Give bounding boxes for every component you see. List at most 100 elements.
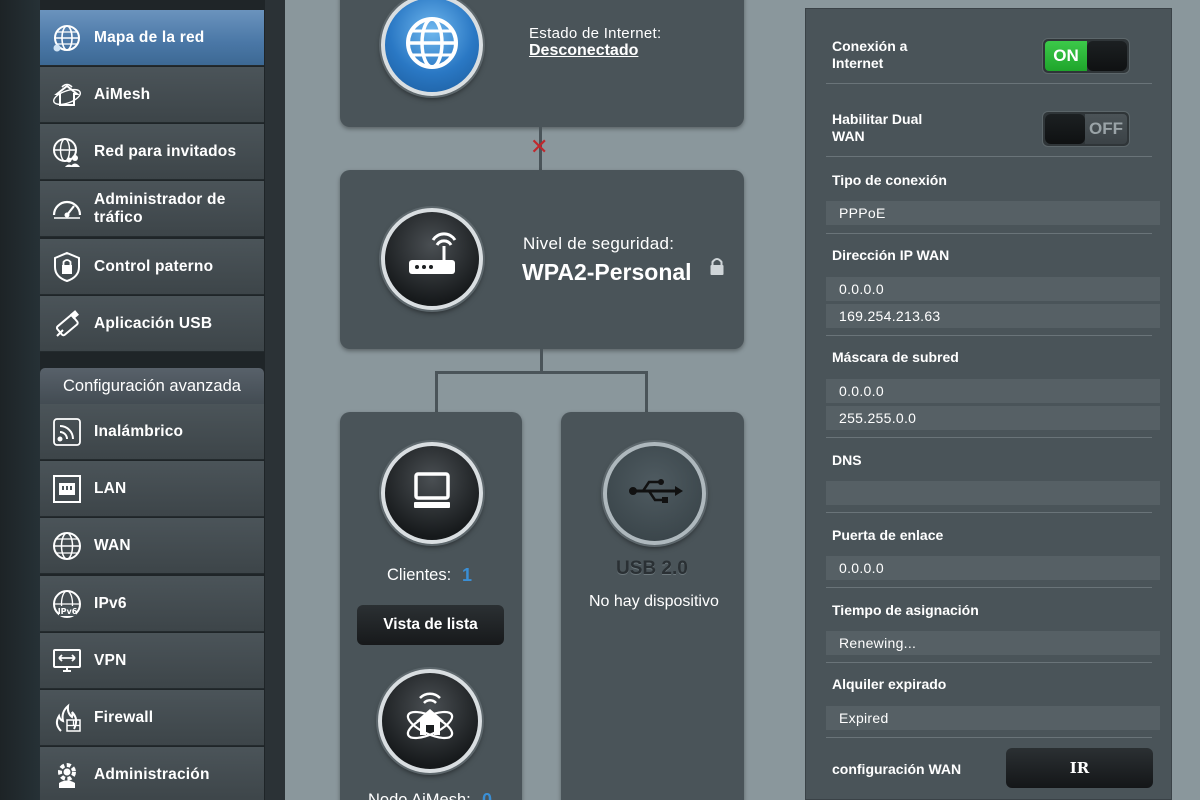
- clients-button[interactable]: [381, 442, 483, 544]
- divider: [826, 737, 1152, 738]
- sidebar-item-guest-network[interactable]: Red para invitados: [40, 124, 264, 180]
- aimesh-node-label: Nodo AiMesh:: [368, 791, 471, 800]
- dns-value: [826, 481, 1160, 505]
- clients-label: Clientes:: [387, 566, 452, 584]
- wan-ip-value: 169.254.213.63: [826, 304, 1160, 328]
- admin-gear-icon: [50, 758, 84, 792]
- sidebar: Mapa de la red AiMesh Red para invitados…: [40, 0, 265, 800]
- sidebar-item-label: WAN: [94, 536, 131, 554]
- sidebar-item-vpn[interactable]: VPN: [40, 633, 264, 689]
- parental-lock-icon: [50, 250, 84, 284]
- aimesh-node-icon: [398, 687, 462, 756]
- wan-config-label: configuración WAN: [832, 761, 962, 777]
- subnet-mask-label: Máscara de subred: [832, 349, 959, 365]
- aimesh-node-button[interactable]: [378, 669, 482, 773]
- svg-text:IPv6: IPv6: [58, 607, 78, 616]
- list-view-button[interactable]: Vista de lista: [357, 605, 504, 645]
- wan-globe-icon: [50, 529, 84, 563]
- subnet-mask-value: 255.255.0.0: [826, 406, 1160, 430]
- connection-type-value: PPPoE: [826, 201, 1160, 225]
- connector-line: [435, 371, 648, 374]
- sidebar-item-label: Mapa de la red: [94, 28, 205, 46]
- sidebar-item-firewall[interactable]: Firewall: [40, 690, 264, 746]
- usb-status: No hay dispositivo: [589, 593, 719, 610]
- connector-line: [540, 349, 543, 373]
- internet-connection-label: Conexión a Internet: [832, 38, 908, 71]
- usb-symbol-icon: [625, 476, 685, 511]
- sidebar-item-administration[interactable]: Administración: [40, 747, 264, 800]
- firewall-icon: [50, 701, 84, 735]
- left-gutter: [0, 0, 40, 800]
- traffic-gauge-icon: [50, 192, 84, 226]
- wan-ip-value: 0.0.0.0: [826, 277, 1160, 301]
- divider: [826, 587, 1152, 588]
- sidebar-item-usb-application[interactable]: Aplicación USB: [40, 296, 264, 352]
- aimesh-node-count: 0: [482, 790, 493, 800]
- go-wan-config-button[interactable]: IR: [1006, 748, 1153, 788]
- sidebar-item-network-map[interactable]: Mapa de la red: [40, 10, 264, 66]
- gateway-value: 0.0.0.0: [826, 556, 1160, 580]
- router-button[interactable]: [381, 208, 483, 310]
- sidebar-item-traffic-manager[interactable]: Administrador de tráfico: [40, 181, 264, 237]
- lock-icon: [709, 256, 725, 281]
- usb-app-icon: [50, 307, 84, 341]
- lease-expired-label: Alquiler expirado: [832, 676, 947, 692]
- wan-ip-label: Dirección IP WAN: [832, 247, 950, 263]
- internet-connection-toggle[interactable]: ON: [1042, 38, 1130, 74]
- dual-wan-toggle[interactable]: OFF: [1042, 111, 1130, 147]
- monitor-icon: [407, 466, 457, 521]
- connector-line: [645, 371, 648, 412]
- lease-time-label: Tiempo de asignación: [832, 602, 979, 618]
- vpn-icon: [50, 644, 84, 678]
- toggle-knob: [1045, 114, 1085, 144]
- internet-status-label: Estado de Internet:: [529, 25, 662, 42]
- sidebar-item-label: Firewall: [94, 708, 154, 726]
- toggle-off-label: OFF: [1085, 114, 1127, 144]
- clients-count: 1: [462, 565, 473, 585]
- sidebar-item-lan[interactable]: LAN: [40, 461, 264, 517]
- network-map-icon: [50, 21, 84, 55]
- sidebar-item-ipv6[interactable]: IPv6 IPv6: [40, 576, 264, 632]
- globe-icon: [402, 13, 462, 78]
- sidebar-item-label: VPN: [94, 651, 127, 669]
- sidebar-item-label: Aplicación USB: [94, 314, 213, 332]
- subnet-mask-value: 0.0.0.0: [826, 379, 1160, 403]
- divider: [826, 156, 1152, 157]
- sidebar-item-wireless[interactable]: Inalámbrico: [40, 404, 264, 460]
- sidebar-item-wan[interactable]: WAN: [40, 518, 264, 574]
- sidebar-item-label: IPv6: [94, 594, 127, 612]
- gateway-label: Puerta de enlace: [832, 527, 944, 543]
- sidebar-item-aimesh[interactable]: AiMesh: [40, 67, 264, 123]
- divider: [826, 437, 1152, 438]
- disconnected-x-icon: ✕: [530, 134, 549, 159]
- sidebar-item-label: Red para invitados: [94, 142, 237, 160]
- divider: [826, 83, 1152, 84]
- dual-wan-label: Habilitar Dual WAN: [832, 111, 923, 144]
- security-level-label: Nivel de seguridad:: [523, 234, 675, 253]
- sidebar-item-label: Administración: [94, 765, 210, 783]
- sidebar-item-label: Control paterno: [94, 257, 214, 275]
- usb-label: USB 2.0: [616, 558, 688, 579]
- sidebar-item-parental-control[interactable]: Control paterno: [40, 239, 264, 295]
- advanced-settings-header: Configuración avanzada: [40, 368, 264, 404]
- lease-expired-value: Expired: [826, 706, 1160, 730]
- wireless-icon: [50, 415, 84, 449]
- divider: [826, 512, 1152, 513]
- lan-icon: [50, 472, 84, 506]
- divider: [826, 662, 1152, 663]
- toggle-on-label: ON: [1045, 41, 1087, 71]
- internet-status-link[interactable]: Desconectado: [529, 42, 638, 60]
- sidebar-item-label: LAN: [94, 479, 127, 497]
- aimesh-icon: [50, 78, 84, 112]
- guest-network-icon: [50, 135, 84, 169]
- lease-time-value: Renewing...: [826, 631, 1160, 655]
- dns-label: DNS: [832, 452, 862, 468]
- connection-type-label: Tipo de conexión: [832, 172, 947, 188]
- router-icon: [401, 226, 463, 293]
- divider: [826, 335, 1152, 336]
- security-level-value: WPA2-Personal: [522, 259, 692, 285]
- sidebar-item-label: Administrador de tráfico: [94, 190, 226, 226]
- ipv6-icon: IPv6: [50, 587, 84, 621]
- usb-button[interactable]: [603, 442, 706, 545]
- sidebar-item-label: Inalámbrico: [94, 422, 184, 440]
